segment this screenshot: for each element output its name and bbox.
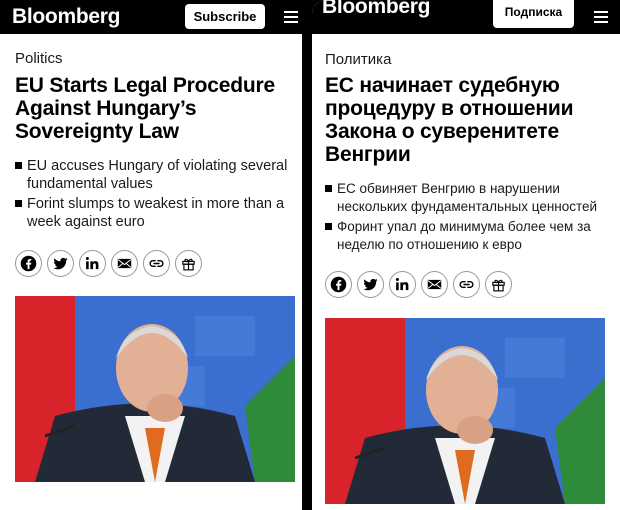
category-label[interactable]: Politics — [15, 50, 63, 67]
share-email-button[interactable] — [421, 271, 448, 298]
twitter-icon — [53, 257, 68, 270]
summary-bullet: EU accuses Hungary of violating several … — [15, 157, 295, 193]
link-icon — [459, 280, 474, 289]
article-headline: EU Starts Legal Procedure Against Hungar… — [15, 74, 275, 143]
gift-article-button[interactable] — [485, 271, 512, 298]
article-panel-english: Bloomberg Subscribe Politics EU Starts L… — [0, 0, 302, 510]
summary-bullets: EU accuses Hungary of violating several … — [15, 157, 295, 233]
share-facebook-button[interactable] — [325, 271, 352, 298]
top-navigation-bar: Bloomberg Subscribe — [0, 0, 302, 34]
subscribe-button[interactable]: Подписка — [493, 0, 574, 28]
facebook-icon — [20, 255, 37, 272]
share-twitter-button[interactable] — [47, 250, 74, 277]
gift-icon — [492, 279, 505, 292]
bloomberg-logo[interactable]: Bloomberg — [12, 5, 120, 29]
share-linkedin-button[interactable] — [79, 250, 106, 277]
top-navigation-bar: Bloomberg Подписка — [312, 0, 620, 34]
share-link-button[interactable] — [453, 271, 480, 298]
share-buttons — [325, 271, 517, 298]
article-photo — [15, 296, 295, 482]
hamburger-menu-icon[interactable] — [284, 11, 298, 23]
share-link-button[interactable] — [143, 250, 170, 277]
article-photo — [325, 318, 605, 504]
linkedin-icon — [85, 257, 99, 270]
bloomberg-logo[interactable]: Bloomberg — [322, 0, 430, 19]
summary-bullet: Форинт упал до минимума более чем за нед… — [325, 218, 617, 254]
email-icon — [117, 258, 132, 269]
twitter-icon — [363, 278, 378, 291]
link-icon — [149, 259, 164, 268]
share-buttons — [15, 250, 207, 277]
subscribe-button[interactable]: Subscribe — [185, 4, 265, 29]
gift-icon — [182, 258, 195, 271]
summary-bullet: Forint slumps to weakest in more than a … — [15, 195, 295, 231]
share-email-button[interactable] — [111, 250, 138, 277]
orban-photo-illustration — [15, 296, 295, 482]
gift-article-button[interactable] — [175, 250, 202, 277]
share-linkedin-button[interactable] — [389, 271, 416, 298]
email-icon — [427, 279, 442, 290]
share-facebook-button[interactable] — [15, 250, 42, 277]
summary-bullets: ЕС обвиняет Венгрию в нарушении нескольк… — [325, 180, 617, 256]
article-panel-russian: Bloomberg Подписка Политика ЕС начинает … — [312, 0, 620, 510]
linkedin-icon — [395, 278, 409, 291]
summary-bullet: ЕС обвиняет Венгрию в нарушении нескольк… — [325, 180, 617, 216]
share-twitter-button[interactable] — [357, 271, 384, 298]
category-label[interactable]: Политика — [325, 51, 391, 68]
article-headline: ЕС начинает судебную процедуру в отношен… — [325, 74, 574, 166]
orban-photo-illustration — [325, 318, 605, 504]
facebook-icon — [330, 276, 347, 293]
hamburger-menu-icon[interactable] — [594, 11, 608, 23]
